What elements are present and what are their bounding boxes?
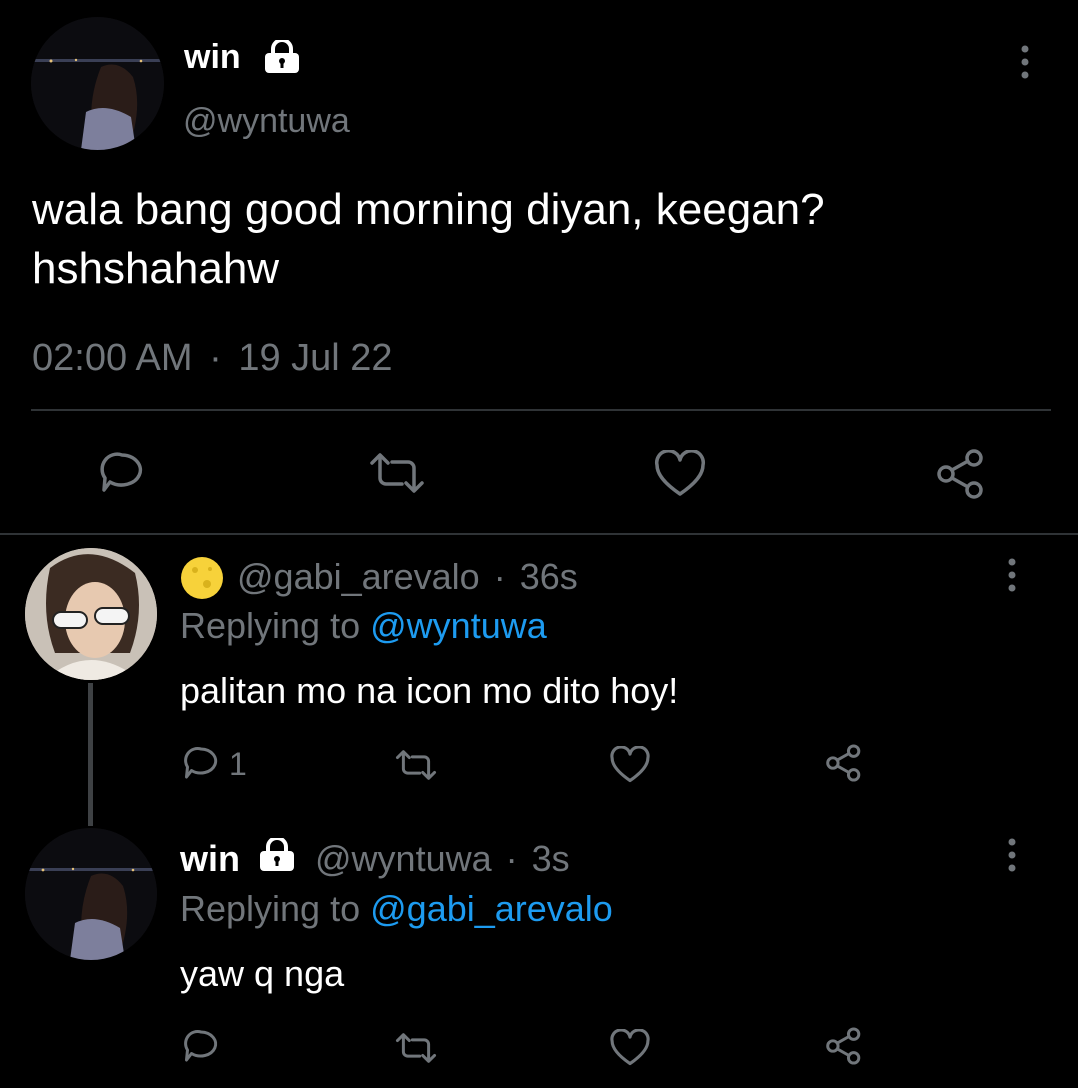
more-icon[interactable]: [1001, 557, 1023, 593]
tweet-text-line2: hshshahahw: [32, 244, 280, 293]
reply-2-display-name[interactable]: win: [180, 838, 240, 879]
share-icon[interactable]: [824, 1026, 864, 1066]
lock-icon: [262, 40, 302, 74]
reply-1-handle[interactable]: @gabi_arevalo: [237, 556, 480, 597]
divider: [31, 409, 1051, 411]
retweet-icon[interactable]: [393, 748, 439, 782]
tweet-timestamp: 02:00 AM · 19 Jul 22: [32, 337, 393, 380]
like-icon[interactable]: [609, 1029, 651, 1067]
reply-1-replying-to: Replying to @wyntuwa: [180, 605, 547, 647]
retweet-icon[interactable]: [393, 1031, 439, 1065]
reply-2-time: 3s: [531, 838, 570, 879]
section-divider: [0, 533, 1078, 535]
replying-label: Replying to: [180, 888, 361, 929]
reply-icon[interactable]: [180, 743, 222, 785]
retweet-icon[interactable]: [366, 451, 428, 495]
handle[interactable]: @wyntuwa: [183, 102, 350, 141]
reply-2-handle[interactable]: @wyntuwa: [315, 838, 492, 879]
avatar-reply-2[interactable]: [25, 828, 157, 960]
more-icon[interactable]: [1001, 837, 1023, 873]
reply-2-handle-time: @wyntuwa · 3s: [315, 838, 570, 880]
reply-2-text: yaw q nga: [180, 953, 345, 994]
moon-emoji-icon: [180, 556, 224, 600]
tweet-date: 19 Jul 22: [238, 337, 393, 379]
reply-icon[interactable]: [96, 447, 148, 499]
separator: ·: [209, 337, 222, 379]
like-icon[interactable]: [653, 450, 707, 498]
reply-1-meta: @gabi_arevalo · 36s: [237, 556, 578, 598]
avatar-main[interactable]: [31, 17, 164, 150]
like-icon[interactable]: [609, 746, 651, 784]
reply-1-text: palitan mo na icon mo dito hoy!: [180, 670, 679, 711]
thread-line: [88, 683, 93, 826]
reply-icon[interactable]: [180, 1026, 222, 1068]
replying-to-link[interactable]: @wyntuwa: [370, 605, 547, 646]
display-name[interactable]: win: [184, 38, 241, 77]
share-icon[interactable]: [824, 743, 864, 783]
more-icon[interactable]: [1014, 44, 1036, 80]
separator: ·: [493, 556, 506, 597]
replying-label: Replying to: [180, 605, 361, 646]
separator: ·: [505, 838, 518, 879]
reply-1-time: 36s: [519, 556, 578, 597]
reply-2-replying-to: Replying to @gabi_arevalo: [180, 888, 613, 930]
tweet-time: 02:00 AM: [32, 337, 193, 379]
reply-count: 1: [229, 746, 247, 782]
lock-icon: [257, 838, 297, 872]
replying-to-link[interactable]: @gabi_arevalo: [370, 888, 613, 929]
tweet-text-line1: wala bang good morning diyan, keegan?: [32, 185, 825, 234]
avatar-reply-1[interactable]: [25, 548, 157, 680]
reply-2-meta: win: [180, 838, 240, 880]
share-icon[interactable]: [934, 448, 988, 500]
